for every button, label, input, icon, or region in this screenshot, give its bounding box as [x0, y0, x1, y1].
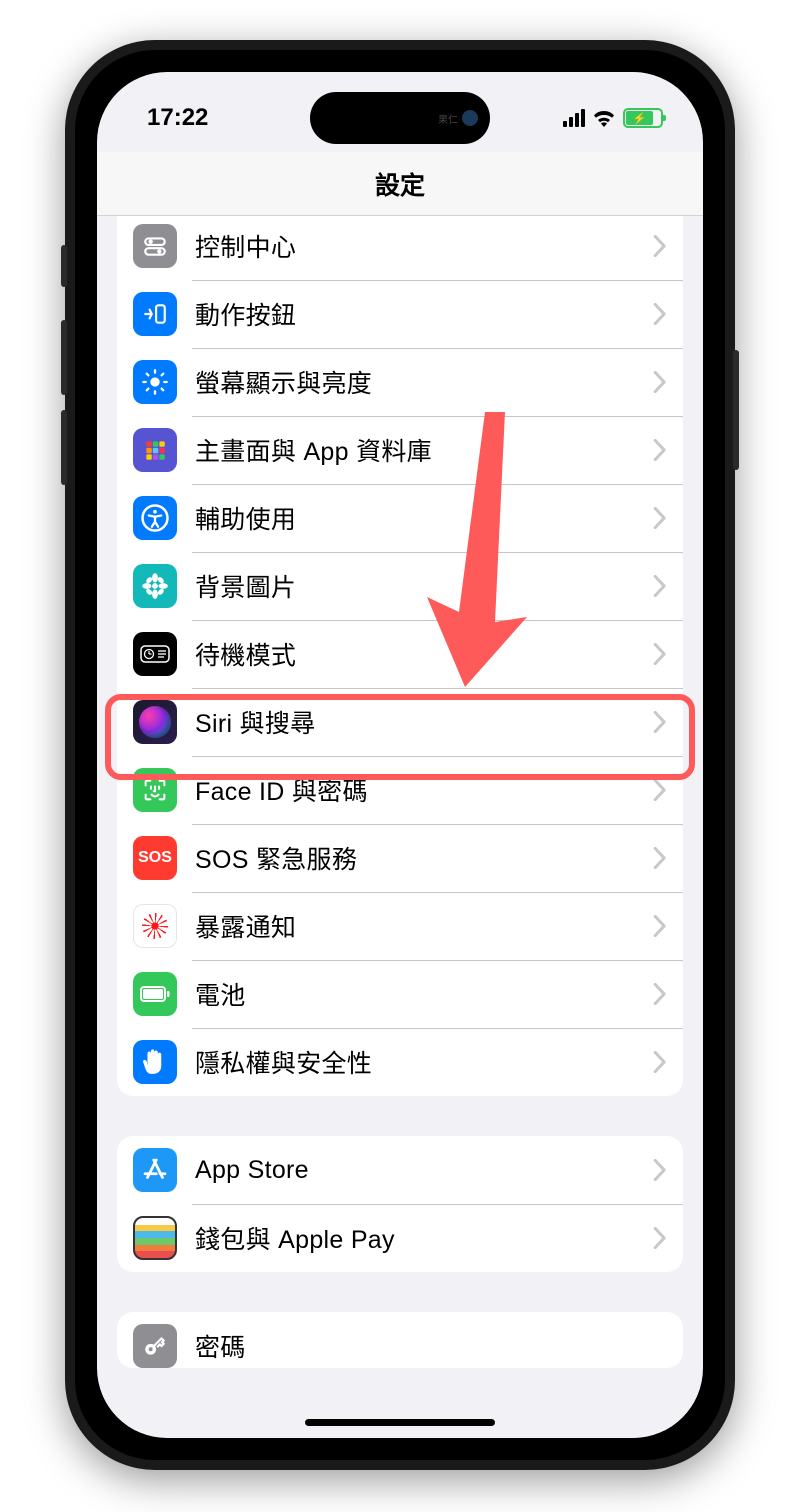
chevron-right-icon — [653, 983, 667, 1005]
flower-icon — [133, 564, 177, 608]
exposure-icon — [133, 904, 177, 948]
chevron-right-icon — [653, 507, 667, 529]
chevron-right-icon — [653, 439, 667, 461]
chevron-right-icon — [653, 371, 667, 393]
chevron-right-icon — [653, 779, 667, 801]
settings-item-standby[interactable]: 待機模式 — [117, 620, 683, 688]
settings-item-accessibility[interactable]: 輔助使用 — [117, 484, 683, 552]
settings-item-label: Siri 與搜尋 — [195, 704, 653, 740]
settings-scroll-area[interactable]: 控制中心 動作按鈕 螢幕顯示與亮度 — [97, 216, 703, 1438]
settings-item-label: 背景圖片 — [195, 568, 653, 604]
settings-item-passwords[interactable]: 密碼 — [117, 1312, 683, 1368]
brightness-icon — [133, 360, 177, 404]
settings-item-privacy[interactable]: 隱私權與安全性 — [117, 1028, 683, 1096]
hand-icon — [133, 1040, 177, 1084]
settings-item-wallpaper[interactable]: 背景圖片 — [117, 552, 683, 620]
chevron-right-icon — [653, 915, 667, 937]
settings-group-general: 控制中心 動作按鈕 螢幕顯示與亮度 — [117, 216, 683, 1096]
phone-volume-down — [61, 410, 67, 485]
settings-item-battery[interactable]: 電池 — [117, 960, 683, 1028]
cellular-signal-icon — [563, 109, 585, 127]
faceid-icon — [133, 768, 177, 812]
status-time: 17:22 — [147, 104, 208, 132]
chevron-right-icon — [653, 235, 667, 257]
accessibility-icon — [133, 496, 177, 540]
settings-item-siri[interactable]: Siri 與搜尋 — [117, 688, 683, 756]
clock-icon — [133, 632, 177, 676]
settings-item-label: 主畫面與 App 資料庫 — [195, 432, 653, 468]
wallet-icon — [133, 1216, 177, 1260]
settings-item-label: 密碼 — [195, 1328, 667, 1364]
apps-grid-icon — [133, 428, 177, 472]
wifi-icon — [592, 109, 616, 127]
appstore-icon — [133, 1148, 177, 1192]
siri-icon — [133, 700, 177, 744]
settings-item-label: 輔助使用 — [195, 500, 653, 536]
chevron-right-icon — [653, 1227, 667, 1249]
settings-item-faceid[interactable]: Face ID 與密碼 — [117, 756, 683, 824]
settings-item-action-button[interactable]: 動作按鈕 — [117, 280, 683, 348]
chevron-right-icon — [653, 575, 667, 597]
phone-screen: 果仁 17:22 ⚡ 設定 — [97, 72, 703, 1438]
island-indicator-dot — [462, 110, 478, 126]
settings-group-store: App Store 錢包與 Apple Pay — [117, 1136, 683, 1272]
settings-item-label: 隱私權與安全性 — [195, 1044, 653, 1080]
settings-item-label: 動作按鈕 — [195, 296, 653, 332]
home-indicator[interactable] — [305, 1419, 495, 1426]
phone-action-button — [61, 245, 67, 287]
phone-bezel: 果仁 17:22 ⚡ 設定 — [75, 50, 725, 1460]
page-title: 設定 — [375, 166, 425, 202]
settings-item-label: App Store — [195, 1156, 653, 1185]
settings-item-label: SOS 緊急服務 — [195, 840, 653, 876]
settings-item-label: 錢包與 Apple Pay — [195, 1220, 653, 1256]
navigation-header: 設定 — [97, 152, 703, 216]
phone-volume-up — [61, 320, 67, 395]
settings-item-label: 螢幕顯示與亮度 — [195, 364, 653, 400]
settings-item-label: 電池 — [195, 976, 653, 1012]
status-icons: ⚡ — [563, 108, 663, 128]
chevron-right-icon — [653, 711, 667, 733]
settings-item-label: 待機模式 — [195, 636, 653, 672]
settings-item-label: Face ID 與密碼 — [195, 772, 653, 808]
settings-group-passwords: 密碼 — [117, 1312, 683, 1368]
chevron-right-icon — [653, 847, 667, 869]
toggles-icon — [133, 224, 177, 268]
settings-item-control-center[interactable]: 控制中心 — [117, 216, 683, 280]
dynamic-island: 果仁 — [310, 92, 490, 144]
phone-frame: 果仁 17:22 ⚡ 設定 — [65, 40, 735, 1470]
island-hint-text: 果仁 — [438, 111, 458, 126]
battery-charging-icon: ⚡ — [623, 108, 663, 128]
settings-item-label: 控制中心 — [195, 228, 653, 264]
settings-item-display[interactable]: 螢幕顯示與亮度 — [117, 348, 683, 416]
sos-icon: SOS — [133, 836, 177, 880]
battery-icon — [133, 972, 177, 1016]
settings-item-sos[interactable]: SOS SOS 緊急服務 — [117, 824, 683, 892]
chevron-right-icon — [653, 1159, 667, 1181]
settings-item-wallet[interactable]: 錢包與 Apple Pay — [117, 1204, 683, 1272]
chevron-right-icon — [653, 1051, 667, 1073]
action-button-icon — [133, 292, 177, 336]
settings-item-exposure[interactable]: 暴露通知 — [117, 892, 683, 960]
settings-item-label: 暴露通知 — [195, 908, 653, 944]
chevron-right-icon — [653, 303, 667, 325]
key-icon — [133, 1324, 177, 1368]
phone-power-button — [733, 350, 739, 470]
sos-text: SOS — [138, 849, 172, 867]
chevron-right-icon — [653, 643, 667, 665]
settings-item-appstore[interactable]: App Store — [117, 1136, 683, 1204]
settings-item-home-screen[interactable]: 主畫面與 App 資料庫 — [117, 416, 683, 484]
